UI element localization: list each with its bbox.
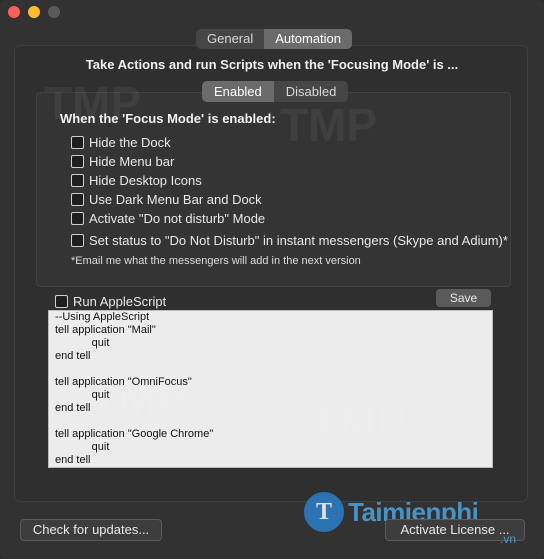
section-title: When the 'Focus Mode' is enabled:	[60, 111, 276, 126]
check-updates-button[interactable]: Check for updates...	[20, 519, 162, 541]
option-messenger-status[interactable]: Set status to "Do Not Disturb" in instan…	[71, 233, 508, 248]
mode-enabled-button[interactable]: Enabled	[202, 81, 274, 102]
applescript-editor[interactable]: --Using AppleScript tell application "Ma…	[48, 310, 493, 468]
option-hide-menu-bar[interactable]: Hide Menu bar	[71, 154, 174, 169]
window-controls	[8, 6, 60, 18]
option-label: Set status to "Do Not Disturb" in instan…	[89, 233, 508, 248]
hide-menu-bar-checkbox[interactable]	[71, 155, 84, 168]
brand-logo-icon: T	[304, 492, 344, 532]
save-button[interactable]: Save	[436, 289, 491, 307]
tab-general[interactable]: General	[196, 29, 264, 49]
preferences-window: General Automation Take Actions and run …	[0, 0, 544, 559]
messenger-note: *Email me what the messengers will add i…	[71, 255, 361, 267]
mode-toggle: Enabled Disabled	[202, 81, 349, 102]
option-label: Hide Menu bar	[89, 154, 175, 169]
option-label: Hide the Dock	[89, 135, 171, 150]
run-applescript-checkbox[interactable]	[55, 295, 68, 308]
hide-desktop-icons-checkbox[interactable]	[71, 174, 84, 187]
option-label: Use Dark Menu Bar and Dock	[89, 192, 262, 207]
minimize-window-button[interactable]	[28, 6, 40, 18]
hide-dock-checkbox[interactable]	[71, 136, 84, 149]
preferences-tabs: General Automation	[196, 29, 353, 49]
automation-headline: Take Actions and run Scripts when the 'F…	[85, 57, 459, 72]
dark-menu-bar-checkbox[interactable]	[71, 193, 84, 206]
run-applescript-option[interactable]: Run AppleScript	[55, 294, 166, 309]
mode-disabled-button[interactable]: Disabled	[274, 81, 349, 102]
close-window-button[interactable]	[8, 6, 20, 18]
option-hide-dock[interactable]: Hide the Dock	[71, 135, 171, 150]
tab-automation[interactable]: Automation	[264, 29, 353, 49]
do-not-disturb-checkbox[interactable]	[71, 212, 84, 225]
run-applescript-label: Run AppleScript	[73, 294, 167, 309]
option-dark-menu-bar[interactable]: Use Dark Menu Bar and Dock	[71, 192, 262, 207]
zoom-window-button[interactable]	[48, 6, 60, 18]
option-label: Activate "Do not disturb" Mode	[89, 211, 266, 226]
option-do-not-disturb[interactable]: Activate "Do not disturb" Mode	[71, 211, 265, 226]
messenger-status-checkbox[interactable]	[71, 234, 84, 247]
brand-domain: .vn	[500, 532, 517, 546]
option-label: Hide Desktop Icons	[89, 173, 202, 188]
option-hide-desktop-icons[interactable]: Hide Desktop Icons	[71, 173, 202, 188]
